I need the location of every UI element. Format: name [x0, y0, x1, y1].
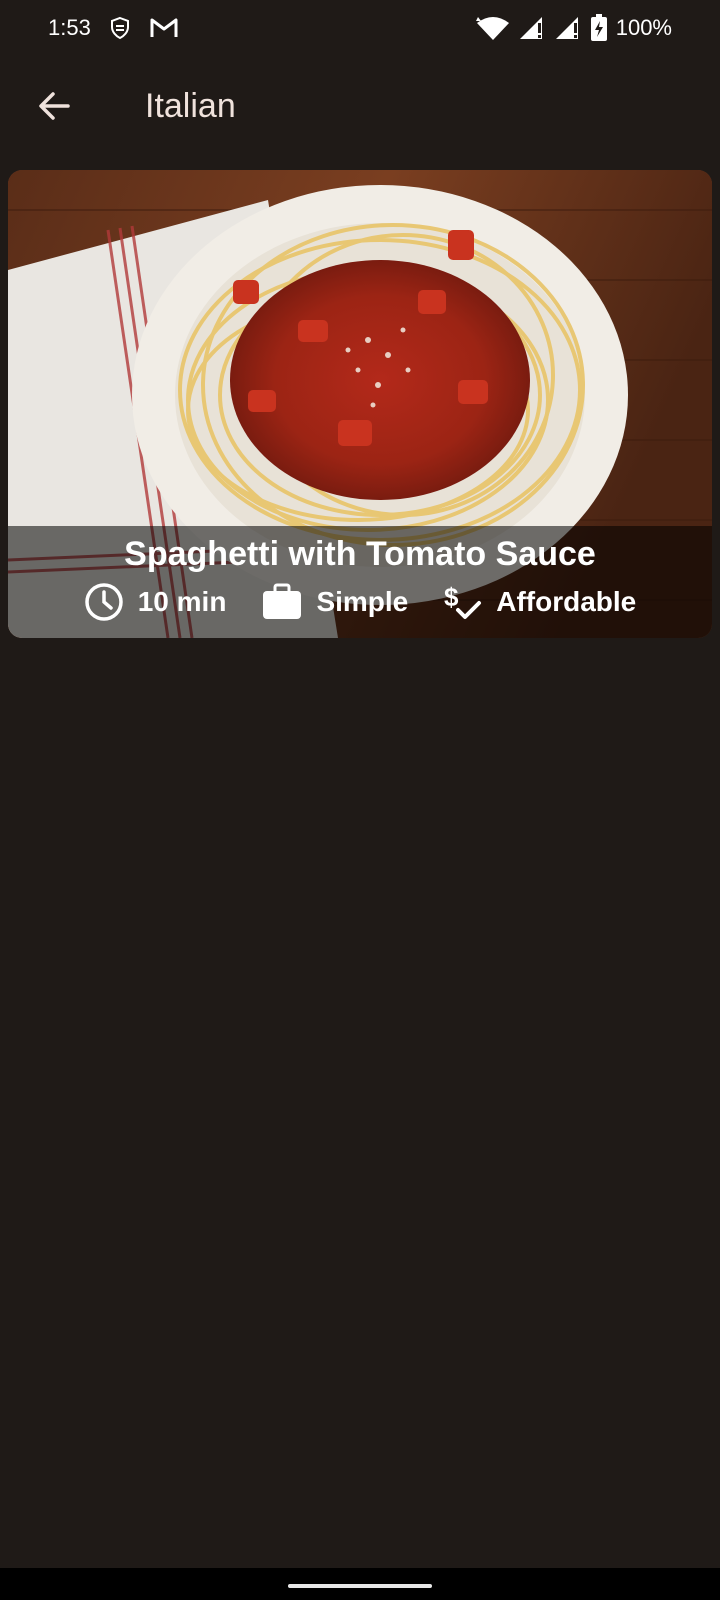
clock-icon [84, 583, 123, 621]
status-bar: 1:53 100% [0, 0, 720, 56]
signal-icon [518, 15, 546, 41]
battery-charging-icon [590, 14, 608, 42]
briefcase-icon [263, 583, 302, 619]
meal-title: Spaghetti with Tomato Sauce [124, 535, 596, 573]
status-left: 1:53 [48, 15, 179, 41]
meal-info-overlay: Spaghetti with Tomato Sauce 10 min Simpl… [8, 526, 712, 638]
complexity-text: Simple [316, 586, 409, 617]
dollar-check-icon: $ [444, 582, 482, 619]
home-gesture-handle[interactable] [288, 1584, 432, 1588]
arrow-back-icon [39, 92, 70, 120]
duration-text: 10 min [137, 586, 227, 617]
page-title: Italian [145, 87, 236, 125]
status-time: 1:53 [48, 15, 91, 40]
signal-icon [554, 15, 582, 41]
duration-item: 10 min [84, 582, 227, 622]
gmail-icon [149, 17, 179, 39]
security-shield-icon [109, 16, 131, 40]
wifi-icon [475, 15, 510, 41]
svg-text:$: $ [444, 582, 459, 612]
meal-card[interactable]: Spaghetti with Tomato Sauce 10 min Simpl… [8, 170, 712, 638]
app-bar: Italian [0, 70, 720, 142]
complexity-item: Simple [262, 583, 408, 621]
system-nav-bar [0, 1568, 720, 1600]
battery-percentage: 100% [615, 15, 672, 40]
status-right: 100% [475, 14, 672, 42]
affordability-item: $ Affordable [444, 582, 636, 622]
back-button[interactable] [28, 80, 80, 132]
meal-meta-row: 10 min Simple $ Affordable [8, 582, 712, 622]
affordability-text: Affordable [496, 586, 637, 617]
